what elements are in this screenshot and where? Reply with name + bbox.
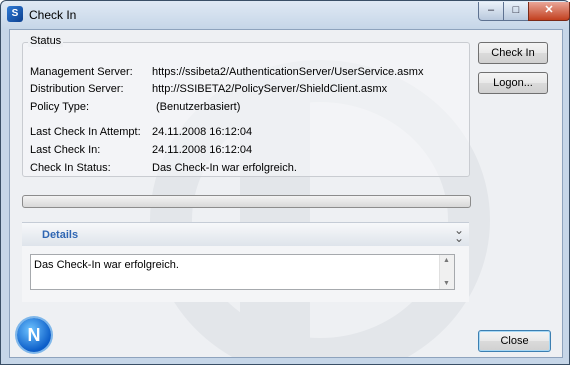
- title-bar[interactable]: S Check In – □ ✕: [1, 1, 570, 29]
- check-in-progress-bar: [22, 195, 471, 208]
- window-title: Check In: [29, 8, 77, 22]
- last-check-in-attempt-label: Last Check In Attempt:: [30, 126, 141, 138]
- check-in-status-value: Das Check-In war erfolgreich.: [152, 162, 297, 174]
- details-scrollbar[interactable]: ▲ ▼: [439, 255, 454, 289]
- details-header[interactable]: Details ⌄ ⌄: [22, 222, 469, 247]
- last-check-in-label: Last Check In:: [30, 144, 101, 156]
- app-icon: S: [7, 6, 23, 22]
- window-close-button[interactable]: ✕: [528, 2, 570, 21]
- details-title: Details: [42, 229, 79, 241]
- logon-button[interactable]: Logon...: [478, 72, 548, 94]
- last-check-in-attempt-value: 24.11.2008 16:12:04: [152, 126, 253, 138]
- check-in-button[interactable]: Check In: [478, 42, 548, 64]
- policy-type-value: (Benutzerbasiert): [156, 101, 241, 113]
- distribution-server-label: Distribution Server:: [30, 83, 124, 95]
- scroll-up-icon[interactable]: ▲: [443, 257, 450, 264]
- scroll-down-icon[interactable]: ▼: [443, 280, 450, 287]
- check-in-window: S Check In – □ ✕ Status Management Serve…: [0, 0, 570, 365]
- check-in-status-label: Check In Status:: [30, 162, 111, 174]
- close-button[interactable]: Close: [478, 330, 551, 352]
- n-logo-icon: N: [17, 318, 51, 352]
- management-server-value: https://ssibeta2/AuthenticationServer/Us…: [152, 66, 424, 78]
- status-group: [22, 42, 470, 177]
- policy-type-label: Policy Type:: [30, 101, 90, 113]
- distribution-server-value: http://SSIBETA2/PolicyServer/ShieldClien…: [152, 83, 388, 95]
- details-textbox[interactable]: Das Check-In war erfolgreich. ▲ ▼: [30, 254, 455, 290]
- client-area: Status Management Server: https://ssibet…: [9, 29, 563, 358]
- minimize-button[interactable]: –: [478, 2, 504, 21]
- details-text: Das Check-In war erfolgreich.: [34, 259, 179, 271]
- maximize-button[interactable]: □: [503, 2, 529, 21]
- status-caption: Status: [28, 35, 64, 47]
- details-panel: Das Check-In war erfolgreich. ▲ ▼: [22, 246, 469, 302]
- double-chevron-down-icon[interactable]: ⌄ ⌄: [454, 224, 464, 244]
- management-server-label: Management Server:: [30, 66, 133, 78]
- last-check-in-value: 24.11.2008 16:12:04: [152, 144, 253, 156]
